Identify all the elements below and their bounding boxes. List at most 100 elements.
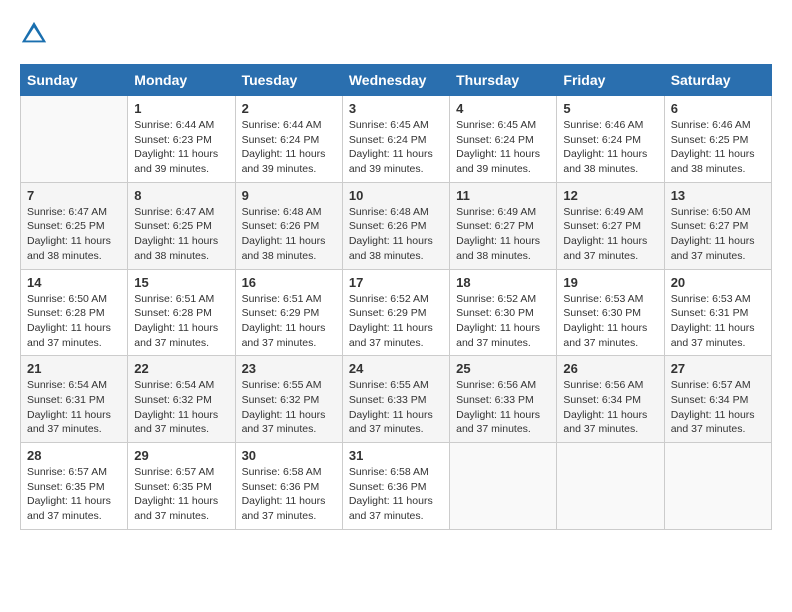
day-info: Sunrise: 6:51 AMSunset: 6:28 PMDaylight:… xyxy=(134,292,228,351)
day-number: 18 xyxy=(456,275,550,290)
calendar-week-row: 21 Sunrise: 6:54 AMSunset: 6:31 PMDayligh… xyxy=(21,356,772,443)
day-info: Sunrise: 6:49 AMSunset: 6:27 PMDaylight:… xyxy=(456,205,550,264)
day-number: 30 xyxy=(242,448,336,463)
day-info: Sunrise: 6:46 AMSunset: 6:24 PMDaylight:… xyxy=(563,118,657,177)
day-number: 3 xyxy=(349,101,443,116)
calendar-cell: 9Sunrise: 6:48 AMSunset: 6:26 PMDaylight… xyxy=(235,182,342,269)
day-info: Sunrise: 6:52 AMSunset: 6:30 PMDaylight:… xyxy=(456,292,550,351)
calendar-cell: 8 Sunrise: 6:47 AMSunset: 6:25 PMDaylight… xyxy=(128,182,235,269)
day-number: 24 xyxy=(349,361,443,376)
calendar-cell: 21 Sunrise: 6:54 AMSunset: 6:31 PMDayligh… xyxy=(21,356,128,443)
day-number: 22 xyxy=(134,361,228,376)
day-info: Sunrise: 6:55 AMSunset: 6:32 PMDaylight:… xyxy=(242,378,336,437)
day-number: 19 xyxy=(563,275,657,290)
column-header-thursday: Thursday xyxy=(450,65,557,96)
column-header-sunday: Sunday xyxy=(21,65,128,96)
day-info: Sunrise: 6:55 AMSunset: 6:33 PMDaylight:… xyxy=(349,378,443,437)
calendar-cell: 28 Sunrise: 6:57 AMSunset: 6:35 PMDayligh… xyxy=(21,443,128,530)
day-number: 14 xyxy=(27,275,121,290)
calendar-cell xyxy=(450,443,557,530)
calendar-cell: 14 Sunrise: 6:50 AMSunset: 6:28 PMDayligh… xyxy=(21,269,128,356)
day-info: Sunrise: 6:48 AMSunset: 6:26 PMDaylight:… xyxy=(349,205,443,264)
calendar-cell: 10 Sunrise: 6:48 AMSunset: 6:26 PMDayligh… xyxy=(342,182,449,269)
calendar-cell: 2 Sunrise: 6:44 AMSunset: 6:24 PMDaylight… xyxy=(235,96,342,183)
column-header-tuesday: Tuesday xyxy=(235,65,342,96)
day-info: Sunrise: 6:44 AMSunset: 6:23 PMDaylight:… xyxy=(134,118,228,177)
day-info: Sunrise: 6:50 AMSunset: 6:27 PMDaylight:… xyxy=(671,205,765,264)
day-info: Sunrise: 6:56 AMSunset: 6:33 PMDaylight:… xyxy=(456,378,550,437)
day-number: 2 xyxy=(242,101,336,116)
day-number: 1 xyxy=(134,101,228,116)
calendar-cell: 12Sunrise: 6:49 AMSunset: 6:27 PMDayligh… xyxy=(557,182,664,269)
day-number: 13 xyxy=(671,188,765,203)
calendar-cell: 5 Sunrise: 6:46 AMSunset: 6:24 PMDaylight… xyxy=(557,96,664,183)
calendar-cell: 3 Sunrise: 6:45 AMSunset: 6:24 PMDaylight… xyxy=(342,96,449,183)
logo xyxy=(20,20,52,48)
day-info: Sunrise: 6:57 AMSunset: 6:34 PMDaylight:… xyxy=(671,378,765,437)
day-number: 7 xyxy=(27,188,121,203)
calendar-cell: 27 Sunrise: 6:57 AMSunset: 6:34 PMDayligh… xyxy=(664,356,771,443)
day-info: Sunrise: 6:47 AMSunset: 6:25 PMDaylight:… xyxy=(27,205,121,264)
calendar-cell: 15 Sunrise: 6:51 AMSunset: 6:28 PMDayligh… xyxy=(128,269,235,356)
calendar-week-row: 14 Sunrise: 6:50 AMSunset: 6:28 PMDayligh… xyxy=(21,269,772,356)
calendar-cell: 30 Sunrise: 6:58 AMSunset: 6:36 PMDayligh… xyxy=(235,443,342,530)
day-info: Sunrise: 6:51 AMSunset: 6:29 PMDaylight:… xyxy=(242,292,336,351)
day-number: 31 xyxy=(349,448,443,463)
day-info: Sunrise: 6:58 AMSunset: 6:36 PMDaylight:… xyxy=(242,465,336,524)
day-info: Sunrise: 6:56 AMSunset: 6:34 PMDaylight:… xyxy=(563,378,657,437)
day-info: Sunrise: 6:54 AMSunset: 6:32 PMDaylight:… xyxy=(134,378,228,437)
calendar-cell xyxy=(21,96,128,183)
day-number: 20 xyxy=(671,275,765,290)
day-info: Sunrise: 6:45 AMSunset: 6:24 PMDaylight:… xyxy=(349,118,443,177)
day-number: 16 xyxy=(242,275,336,290)
day-number: 27 xyxy=(671,361,765,376)
day-info: Sunrise: 6:58 AMSunset: 6:36 PMDaylight:… xyxy=(349,465,443,524)
logo-icon xyxy=(20,20,48,48)
calendar-cell: 23Sunrise: 6:55 AMSunset: 6:32 PMDayligh… xyxy=(235,356,342,443)
day-number: 29 xyxy=(134,448,228,463)
calendar-week-row: 28 Sunrise: 6:57 AMSunset: 6:35 PMDayligh… xyxy=(21,443,772,530)
day-number: 12 xyxy=(563,188,657,203)
calendar-cell xyxy=(664,443,771,530)
calendar-cell: 1 Sunrise: 6:44 AMSunset: 6:23 PMDaylight… xyxy=(128,96,235,183)
calendar-week-row: 1 Sunrise: 6:44 AMSunset: 6:23 PMDaylight… xyxy=(21,96,772,183)
calendar-cell: 16 Sunrise: 6:51 AMSunset: 6:29 PMDayligh… xyxy=(235,269,342,356)
day-info: Sunrise: 6:57 AMSunset: 6:35 PMDaylight:… xyxy=(27,465,121,524)
calendar-cell: 7 Sunrise: 6:47 AMSunset: 6:25 PMDaylight… xyxy=(21,182,128,269)
calendar-cell xyxy=(557,443,664,530)
calendar-cell: 11Sunrise: 6:49 AMSunset: 6:27 PMDayligh… xyxy=(450,182,557,269)
column-header-wednesday: Wednesday xyxy=(342,65,449,96)
calendar-cell: 20Sunrise: 6:53 AMSunset: 6:31 PMDayligh… xyxy=(664,269,771,356)
calendar-cell: 25 Sunrise: 6:56 AMSunset: 6:33 PMDayligh… xyxy=(450,356,557,443)
day-info: Sunrise: 6:53 AMSunset: 6:30 PMDaylight:… xyxy=(563,292,657,351)
calendar-table: SundayMondayTuesdayWednesdayThursdayFrid… xyxy=(20,64,772,530)
day-number: 4 xyxy=(456,101,550,116)
day-number: 17 xyxy=(349,275,443,290)
calendar-cell: 31 Sunrise: 6:58 AMSunset: 6:36 PMDayligh… xyxy=(342,443,449,530)
day-number: 8 xyxy=(134,188,228,203)
day-number: 28 xyxy=(27,448,121,463)
column-header-friday: Friday xyxy=(557,65,664,96)
day-number: 10 xyxy=(349,188,443,203)
day-info: Sunrise: 6:44 AMSunset: 6:24 PMDaylight:… xyxy=(242,118,336,177)
calendar-cell: 29Sunrise: 6:57 AMSunset: 6:35 PMDayligh… xyxy=(128,443,235,530)
day-info: Sunrise: 6:52 AMSunset: 6:29 PMDaylight:… xyxy=(349,292,443,351)
day-number: 15 xyxy=(134,275,228,290)
day-number: 21 xyxy=(27,361,121,376)
calendar-cell: 24 Sunrise: 6:55 AMSunset: 6:33 PMDayligh… xyxy=(342,356,449,443)
calendar-cell: 22 Sunrise: 6:54 AMSunset: 6:32 PMDayligh… xyxy=(128,356,235,443)
day-number: 25 xyxy=(456,361,550,376)
calendar-cell: 26 Sunrise: 6:56 AMSunset: 6:34 PMDayligh… xyxy=(557,356,664,443)
calendar-cell: 18 Sunrise: 6:52 AMSunset: 6:30 PMDayligh… xyxy=(450,269,557,356)
day-number: 26 xyxy=(563,361,657,376)
day-number: 5 xyxy=(563,101,657,116)
day-info: Sunrise: 6:50 AMSunset: 6:28 PMDaylight:… xyxy=(27,292,121,351)
calendar-cell: 6Sunrise: 6:46 AMSunset: 6:25 PMDaylight… xyxy=(664,96,771,183)
day-info: Sunrise: 6:54 AMSunset: 6:31 PMDaylight:… xyxy=(27,378,121,437)
day-info: Sunrise: 6:47 AMSunset: 6:25 PMDaylight:… xyxy=(134,205,228,264)
calendar-header-row: SundayMondayTuesdayWednesdayThursdayFrid… xyxy=(21,65,772,96)
calendar-cell: 13 Sunrise: 6:50 AMSunset: 6:27 PMDayligh… xyxy=(664,182,771,269)
calendar-week-row: 7 Sunrise: 6:47 AMSunset: 6:25 PMDaylight… xyxy=(21,182,772,269)
day-number: 9 xyxy=(242,188,336,203)
day-info: Sunrise: 6:45 AMSunset: 6:24 PMDaylight:… xyxy=(456,118,550,177)
